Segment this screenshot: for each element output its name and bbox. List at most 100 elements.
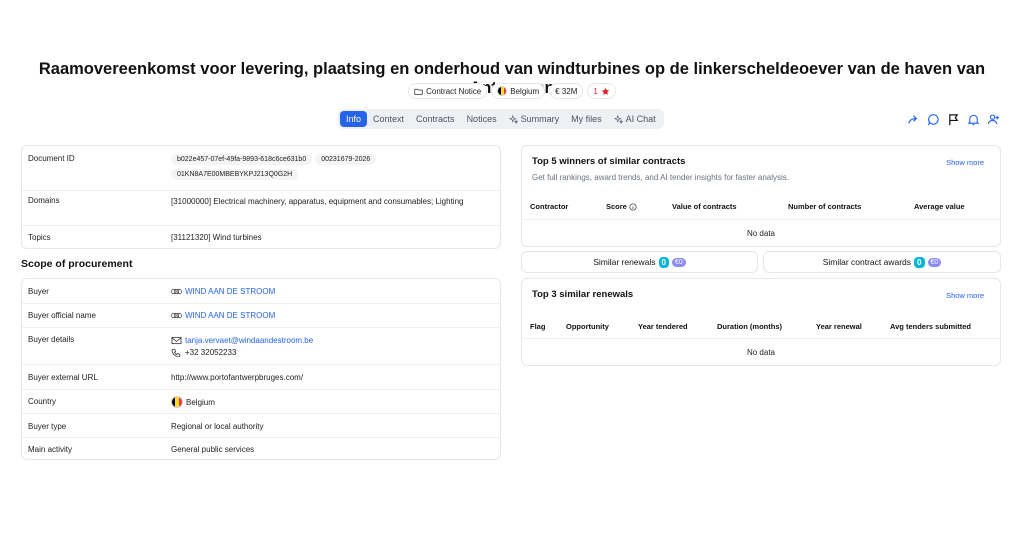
rating-badge[interactable]: 1 (587, 83, 616, 99)
notice-type-badge: Contract Notice (408, 83, 488, 99)
tab-my-files[interactable]: My files (565, 111, 608, 127)
column-avg-tenders: Avg tenders submitted (890, 322, 971, 331)
similar-awards-value: €0 (927, 257, 942, 267)
organization-icon (171, 287, 182, 296)
rating-count: 1 (593, 86, 598, 96)
column-contractor: Contractor (530, 202, 569, 211)
buyer-official-row: Buyer official name WIND AAN DE STROOM (22, 304, 500, 328)
winners-show-more-link[interactable]: Show more (946, 158, 984, 167)
buyer-official-link[interactable]: WIND AAN DE STROOM (185, 311, 275, 320)
topics-link[interactable]: [31121320] Wind turbines (171, 233, 500, 242)
belgium-flag-icon (497, 86, 508, 96)
column-number: Number of contracts (788, 202, 862, 211)
tab-ai-chat[interactable]: AI Chat (608, 111, 662, 127)
sparkle-icon (613, 114, 623, 124)
renewals-card: Top 3 similar renewals Show more Flag Op… (521, 278, 1001, 366)
bell-icon[interactable] (966, 112, 980, 126)
winners-subtitle: Get full rankings, award trends, and AI … (532, 173, 790, 182)
renewals-empty-state: No data (746, 348, 776, 357)
column-value: Value of contracts (672, 202, 737, 211)
organization-icon (171, 311, 182, 320)
country-name: Belgium (186, 397, 215, 407)
main-activity-row: Main activity General public services (22, 438, 500, 460)
similar-awards-count: 0 (914, 256, 925, 268)
domains-label: Domains (28, 196, 60, 205)
buyer-type-label: Buyer type (28, 422, 67, 431)
similar-renewals-count: 0 (658, 256, 669, 268)
buyer-type-value: Regional or local authority (171, 422, 264, 431)
column-year-tendered: Year tendered (638, 322, 688, 331)
winners-table-header: Contractor Score Value of contracts Numb… (522, 202, 1000, 211)
star-icon (601, 87, 610, 96)
country-badge: Belgium (491, 83, 546, 99)
tab-contracts[interactable]: Contracts (410, 111, 461, 127)
info-icon[interactable] (629, 202, 637, 211)
tab-bar: Info Context Contracts Notices Summary M… (338, 109, 664, 129)
buyer-details-value: tanja.vervaet@windaandestroom.be +32 320… (171, 335, 500, 359)
comment-icon[interactable] (926, 112, 940, 126)
tab-ai-chat-label: AI Chat (625, 114, 656, 124)
buyer-phone: +32 32052233 (185, 348, 237, 357)
value-label: € 32M (555, 86, 578, 96)
similar-renewals-value: €0 (672, 257, 686, 267)
buyer-url-link[interactable]: http://www.portofantwerpbruges.com/ (171, 373, 500, 382)
tab-info-label: Info (346, 114, 362, 124)
divider (522, 338, 1000, 339)
buyer-official-label: Buyer official name (28, 311, 96, 320)
document-id-row: Document ID b022e457-07ef-49fa-9893-618c… (22, 146, 500, 191)
tab-context-label: Context (373, 114, 405, 124)
mail-icon (171, 336, 182, 345)
column-score-label: Score (606, 202, 627, 211)
domains-row: Domains [31000000] Electrical machinery,… (22, 191, 500, 226)
document-id-pill: 01KN8A7E00MBEBYKPJ213Q0G2H (171, 169, 299, 180)
topics-row: Topics [31121320] Wind turbines (22, 226, 500, 248)
buyer-value: WIND AAN DE STROOM (171, 287, 500, 296)
document-id-pill: 00231679-2026 (315, 154, 377, 165)
similar-renewals-label: Similar renewals (593, 257, 656, 267)
sparkle-icon (508, 114, 518, 124)
value-badge: € 32M (549, 83, 584, 99)
column-opportunity: Opportunity (566, 322, 609, 331)
flag-icon[interactable] (946, 112, 960, 126)
renewals-show-more-link[interactable]: Show more (946, 291, 984, 300)
country-row: Country Belgium (22, 390, 500, 414)
scope-section-title: Scope of procurement (21, 258, 133, 270)
tab-context[interactable]: Context (367, 111, 410, 127)
buyer-email-link[interactable]: tanja.vervaet@windaandestroom.be (185, 336, 313, 345)
country-label: Country (28, 397, 57, 406)
buyer-row: Buyer WIND AAN DE STROOM (22, 279, 500, 304)
buyer-url-row: Buyer external URL http://www.portofantw… (22, 365, 500, 390)
similar-renewals-button[interactable]: Similar renewals 0 €0 (521, 251, 758, 273)
share-icon[interactable] (906, 112, 920, 126)
winners-empty-state: No data (746, 229, 776, 238)
tab-summary[interactable]: Summary (503, 111, 566, 127)
tab-summary-label: Summary (520, 114, 560, 124)
divider (522, 219, 1000, 220)
topics-label: Topics (28, 233, 51, 242)
phone-icon (171, 348, 182, 358)
info-card: Document ID b022e457-07ef-49fa-9893-618c… (21, 145, 501, 249)
buyer-label: Buyer (28, 287, 49, 296)
column-year-renewal: Year renewal (816, 322, 862, 331)
buyer-details-row: Buyer details tanja.vervaet@windaandestr… (22, 328, 500, 365)
notice-type-label: Contract Notice (426, 86, 482, 96)
tab-my-files-label: My files (571, 114, 602, 124)
renewals-title: Top 3 similar renewals (532, 289, 634, 300)
add-user-icon[interactable] (986, 112, 1000, 126)
document-id-values: b022e457-07ef-49fa-9893-618c6ce631b0 0023… (171, 154, 500, 184)
tab-notices-label: Notices (466, 114, 497, 124)
action-toolbar (906, 112, 1000, 126)
folder-icon (414, 87, 423, 96)
similar-awards-button[interactable]: Similar contract awards 0 €0 (763, 251, 1001, 273)
belgium-flag-icon (171, 396, 183, 408)
buyer-link[interactable]: WIND AAN DE STROOM (185, 287, 275, 296)
tab-info[interactable]: Info (340, 111, 368, 127)
tab-notices[interactable]: Notices (461, 111, 503, 127)
buyer-type-row: Buyer type Regional or local authority (22, 414, 500, 438)
similar-awards-label: Similar contract awards (822, 257, 912, 267)
country-value: Belgium (171, 396, 500, 408)
main-activity-label: Main activity (28, 445, 73, 454)
domains-link[interactable]: [31000000] Electrical machinery, apparat… (171, 196, 500, 208)
winners-card: Top 5 winners of similar contracts Show … (521, 145, 1001, 247)
buyer-details-label: Buyer details (28, 335, 75, 344)
